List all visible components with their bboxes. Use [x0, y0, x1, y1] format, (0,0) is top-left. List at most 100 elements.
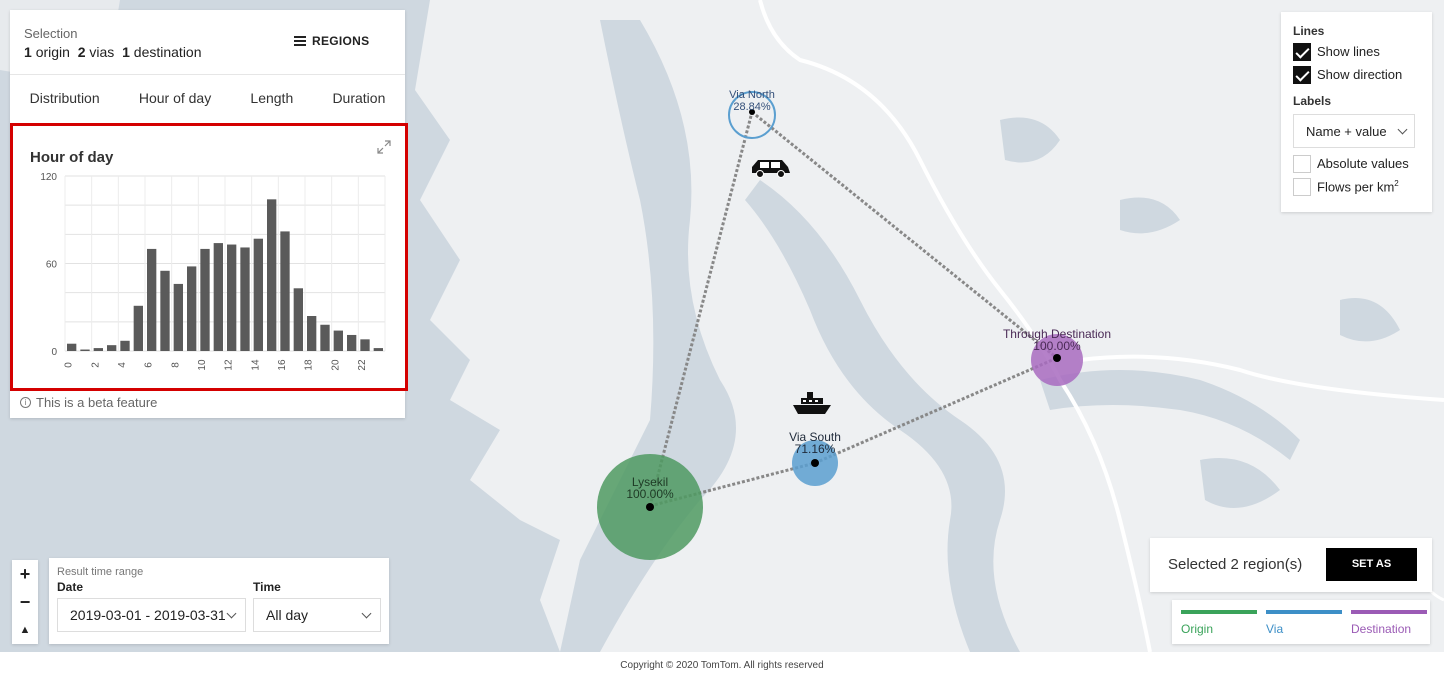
- expand-icon[interactable]: [377, 140, 391, 154]
- labels-dropdown-value: Name + value: [1306, 123, 1387, 139]
- flows-per-km-checkbox[interactable]: [1293, 177, 1311, 196]
- info-icon: i: [20, 397, 31, 408]
- region-point: [646, 503, 654, 511]
- x-tick-label: 0: [64, 362, 75, 368]
- legend-swatch-origin: [1181, 610, 1257, 614]
- origins-count: 1: [24, 44, 32, 60]
- y-tick-label: 120: [40, 172, 57, 183]
- analysis-tabs: Distribution Hour of day Length Duration: [10, 74, 405, 120]
- bar: [347, 334, 357, 351]
- x-tick-label: 12: [224, 359, 235, 371]
- via-north-label: Via North 28.84%: [729, 89, 775, 113]
- app-root: Via North 28.84% Via South 71.16% Lyseki…: [0, 0, 1444, 680]
- bar: [187, 266, 197, 351]
- destination-value: 100.00%: [1033, 339, 1081, 353]
- flows-per-km-text: Flows per km: [1317, 179, 1395, 195]
- bar: [307, 316, 317, 351]
- tab-length[interactable]: Length: [250, 90, 293, 106]
- hour-of-day-chart-card: Hour of day 0 60 120 0 2 4 6 8 10 12 14 16 18 20 22: [10, 123, 408, 391]
- zoom-in-button[interactable]: +: [12, 560, 38, 588]
- bar: [160, 270, 170, 351]
- absolute-values-checkbox[interactable]: [1293, 154, 1311, 173]
- zoom-controls: + − ▲: [12, 560, 38, 644]
- chevron-down-icon: [226, 608, 237, 618]
- bar: [80, 349, 90, 351]
- time-dropdown[interactable]: All day: [253, 598, 381, 632]
- origins-label: origin: [35, 44, 70, 60]
- region-point: [811, 459, 819, 467]
- show-lines-option[interactable]: Show lines: [1293, 42, 1420, 61]
- compass-icon[interactable]: ▲: [12, 616, 38, 644]
- region-point: [1053, 354, 1061, 362]
- bar: [320, 324, 330, 351]
- map-legend: Origin Via Destination: [1172, 600, 1430, 644]
- absolute-values-option[interactable]: Absolute values: [1293, 154, 1420, 173]
- via-south-label: Via South 71.16%: [789, 431, 841, 455]
- tab-hour-of-day[interactable]: Hour of day: [139, 90, 211, 106]
- analysis-panel: Selection 1 origin 2 vias 1 destination …: [10, 10, 408, 418]
- via-south-value: 71.16%: [794, 442, 836, 456]
- tab-distribution[interactable]: Distribution: [30, 90, 100, 106]
- bar: [200, 248, 210, 351]
- bar: [293, 288, 303, 351]
- bar: [267, 199, 277, 351]
- labels-dropdown[interactable]: Name + value: [1293, 114, 1415, 148]
- x-tick-label: 8: [170, 362, 181, 368]
- date-label: Date: [57, 580, 84, 594]
- selection-summary: 1 origin 2 vias 1 destination: [24, 44, 202, 60]
- bar: [240, 247, 250, 351]
- display-options-panel: Lines Show lines Show direction Labels N…: [1281, 12, 1432, 212]
- bar: [67, 343, 77, 351]
- bar: [120, 340, 130, 351]
- bar: [133, 305, 143, 351]
- selected-regions-bar: Selected 2 region(s) SET AS: [1150, 538, 1432, 592]
- vias-count: 2: [77, 44, 86, 60]
- selection-title: Selection: [24, 26, 78, 41]
- show-lines-label: Show lines: [1317, 44, 1380, 59]
- legend-item-destination: Destination: [1351, 610, 1427, 636]
- bar: [253, 238, 263, 351]
- list-icon: [294, 36, 306, 46]
- zoom-out-button[interactable]: −: [12, 588, 38, 616]
- show-lines-checkbox[interactable]: [1293, 42, 1311, 61]
- x-tick-label: 2: [90, 362, 101, 368]
- y-tick-label: 0: [51, 347, 57, 358]
- flows-per-km-label: Flows per km2: [1317, 179, 1399, 194]
- x-tick-label: 20: [330, 359, 341, 371]
- destination-label: Through Destination 100.00%: [1003, 328, 1111, 352]
- bar: [280, 231, 290, 351]
- flows-per-km-sup: 2: [1394, 178, 1399, 188]
- show-direction-checkbox[interactable]: [1293, 65, 1311, 84]
- time-value: All day: [266, 607, 309, 623]
- selected-regions-count: Selected 2 region(s): [1168, 556, 1303, 573]
- absolute-values-label: Absolute values: [1317, 156, 1409, 171]
- lines-heading: Lines: [1293, 24, 1325, 38]
- show-direction-option[interactable]: Show direction: [1293, 65, 1420, 84]
- date-range-dropdown[interactable]: 2019-03-01 - 2019-03-31: [57, 598, 246, 632]
- regions-button[interactable]: REGIONS: [294, 34, 369, 48]
- bar: [107, 345, 117, 351]
- tab-duration[interactable]: Duration: [332, 90, 385, 106]
- date-range-value: 2019-03-01 - 2019-03-31: [70, 607, 226, 623]
- beta-note-text: This is a beta feature: [36, 395, 158, 410]
- beta-note: i This is a beta feature: [20, 395, 157, 410]
- regions-button-label: REGIONS: [312, 34, 370, 48]
- legend-item-origin: Origin: [1181, 610, 1257, 636]
- x-tick-label: 16: [277, 359, 288, 371]
- bar: [147, 248, 157, 351]
- show-direction-label: Show direction: [1317, 67, 1403, 82]
- x-tick-label: 6: [144, 362, 155, 368]
- hour-of-day-bar-chart: 0 60 120 0 2 4 6 8 10 12 14 16 18 20 22: [40, 172, 386, 371]
- copyright-text: Copyright © 2020 TomTom. All rights rese…: [620, 660, 824, 671]
- legend-label-destination: Destination: [1351, 622, 1412, 636]
- destinations-label: destination: [133, 44, 202, 60]
- time-label: Time: [253, 580, 281, 594]
- legend-label-origin: Origin: [1181, 622, 1214, 636]
- vias-label: vias: [89, 44, 115, 60]
- origin-value: 100.00%: [626, 487, 674, 501]
- destinations-count: 1: [122, 44, 130, 60]
- flows-per-km-option[interactable]: Flows per km2: [1293, 177, 1420, 196]
- bar: [373, 348, 383, 351]
- bar: [360, 339, 370, 351]
- set-as-button[interactable]: SET AS: [1326, 548, 1417, 581]
